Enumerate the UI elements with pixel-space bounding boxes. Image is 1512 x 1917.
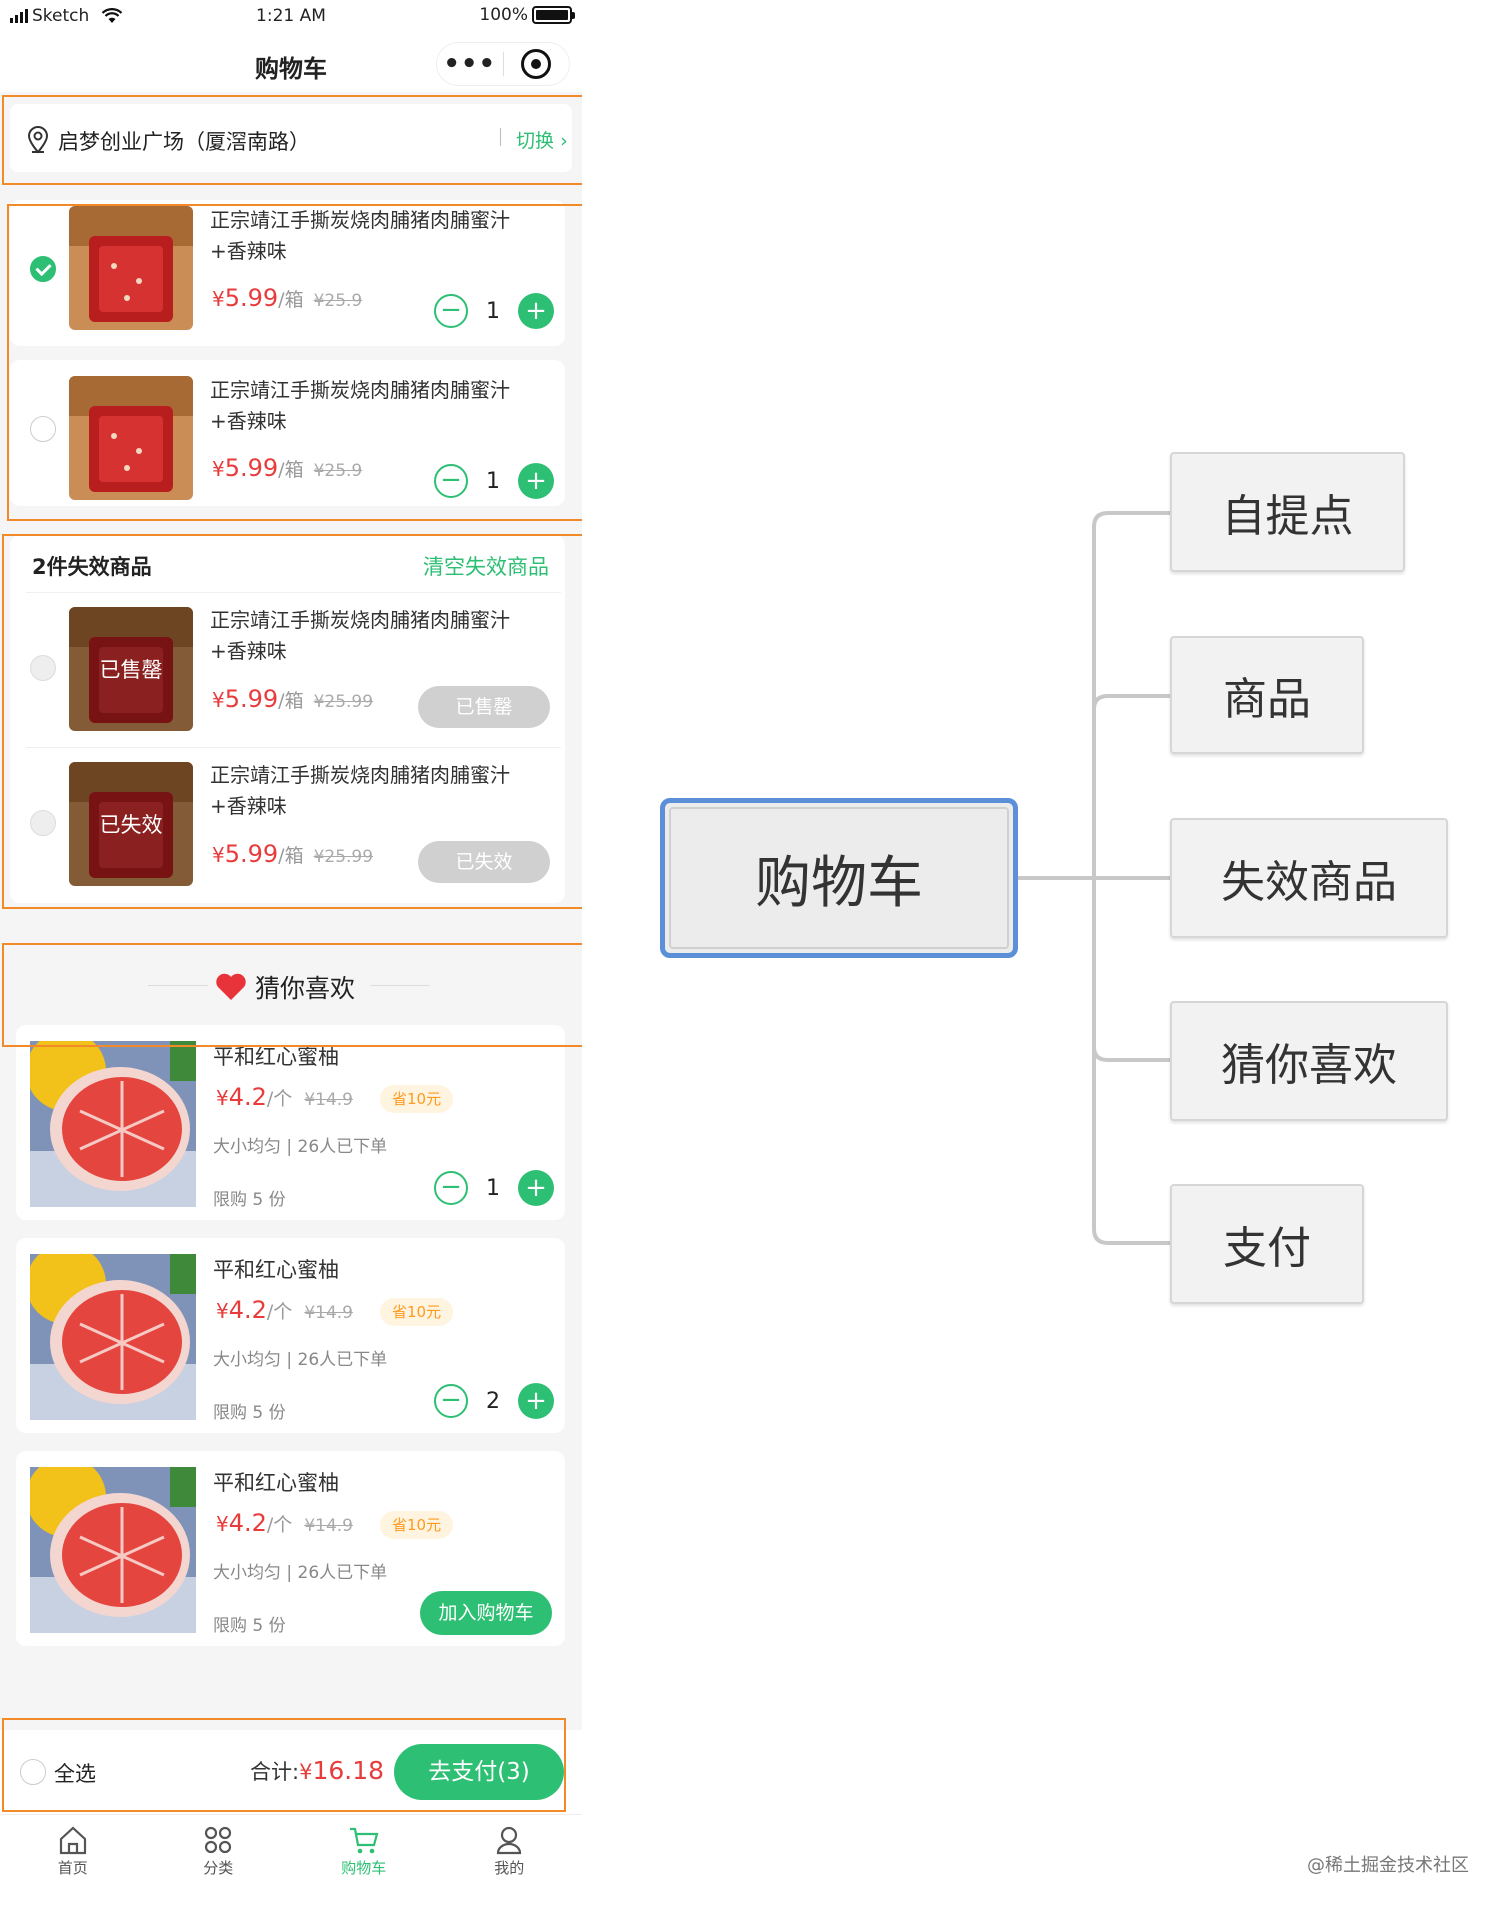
- mindmap-node-pickup-point: 自提点: [1170, 452, 1405, 572]
- home-icon: [59, 1826, 86, 1855]
- add-to-cart-button[interactable]: 加入购物车: [420, 1591, 552, 1635]
- product-image: [30, 1254, 196, 1420]
- more-icon[interactable]: •••: [437, 44, 503, 84]
- mindmap-node-invalid-products: 失效商品: [1170, 818, 1448, 938]
- quantity-value: 1: [486, 1175, 500, 1201]
- annotation-box-invalid: [2, 534, 582, 909]
- status-bar: Sketch 1:21 AM 100%: [0, 0, 582, 34]
- discount-badge: 省10元: [380, 1085, 454, 1113]
- mindmap-root-cart: 购物车: [660, 798, 1018, 958]
- battery-icon: [532, 6, 575, 24]
- profile-icon: [497, 1826, 522, 1855]
- quantity-stepper: − 1 +: [434, 1170, 554, 1206]
- cart-icon: [349, 1827, 379, 1854]
- mini-program-capsule: •••: [436, 42, 570, 86]
- product-price: ¥4.2/个 ¥14.9: [216, 1296, 353, 1324]
- product-name: 平和红心蜜柚: [213, 1258, 339, 1282]
- phone-screenshot: Sketch 1:21 AM 100% 购物车 ••• 启梦创业广场（厦滘南路）…: [0, 0, 582, 1917]
- tab-category[interactable]: 分类: [146, 1815, 292, 1917]
- annotation-box-guess: [2, 943, 582, 1047]
- tab-cart[interactable]: 购物车: [291, 1815, 437, 1917]
- quantity-value: 2: [486, 1388, 500, 1414]
- purchase-limit: 限购 5 份: [213, 1616, 286, 1636]
- target-icon: [521, 49, 552, 79]
- annotation-box-pickup: [2, 95, 582, 185]
- quantity-stepper: − 2 +: [434, 1383, 554, 1419]
- product-meta: 大小均匀 | 26人已下单: [213, 1350, 388, 1370]
- mindmap-node-payment: 支付: [1170, 1184, 1364, 1304]
- purchase-limit: 限购 5 份: [213, 1403, 286, 1423]
- tab-home[interactable]: 首页: [0, 1815, 146, 1917]
- watermark: @稀土掘金技术社区: [1307, 1855, 1469, 1876]
- discount-badge: 省10元: [380, 1511, 454, 1539]
- product-meta: 大小均匀 | 26人已下单: [213, 1563, 388, 1583]
- mindmap-node-products: 商品: [1170, 636, 1364, 754]
- annotation-box-pay: [2, 1718, 566, 1812]
- product-price: ¥4.2/个 ¥14.9: [216, 1083, 353, 1111]
- nav-bar: 购物车 •••: [0, 34, 582, 92]
- decrease-button[interactable]: −: [434, 1171, 468, 1205]
- tab-profile[interactable]: 我的: [437, 1815, 583, 1917]
- product-price: ¥4.2/个 ¥14.9: [216, 1509, 353, 1537]
- increase-button[interactable]: +: [518, 1170, 554, 1206]
- product-name: 平和红心蜜柚: [213, 1471, 339, 1495]
- product-meta: 大小均匀 | 26人已下单: [213, 1137, 388, 1157]
- mindmap-node-guess-you-like: 猜你喜欢: [1170, 1001, 1448, 1121]
- tab-bar: 首页 分类 购物车 我的: [0, 1814, 582, 1917]
- discount-badge: 省10元: [380, 1298, 454, 1326]
- battery-percent: 100%: [479, 5, 528, 25]
- purchase-limit: 限购 5 份: [213, 1190, 286, 1210]
- recommend-item: 平和红心蜜柚 ¥4.2/个 ¥14.9 省10元 大小均匀 | 26人已下单 限购…: [16, 1238, 565, 1433]
- recommend-item: 平和红心蜜柚 ¥4.2/个 ¥14.9 省10元 大小均匀 | 26人已下单 限购…: [16, 1451, 565, 1646]
- increase-button[interactable]: +: [518, 1383, 554, 1419]
- status-battery: 100%: [479, 5, 575, 25]
- product-image: [30, 1467, 196, 1633]
- close-miniprogram-button[interactable]: [504, 49, 570, 79]
- decrease-button[interactable]: −: [434, 1384, 468, 1418]
- recommend-item: 平和红心蜜柚 ¥4.2/个 ¥14.9 省10元 大小均匀 | 26人已下单 限购…: [16, 1025, 565, 1220]
- product-image: [30, 1041, 196, 1207]
- annotation-box-products: [7, 204, 582, 521]
- category-icon: [205, 1826, 232, 1854]
